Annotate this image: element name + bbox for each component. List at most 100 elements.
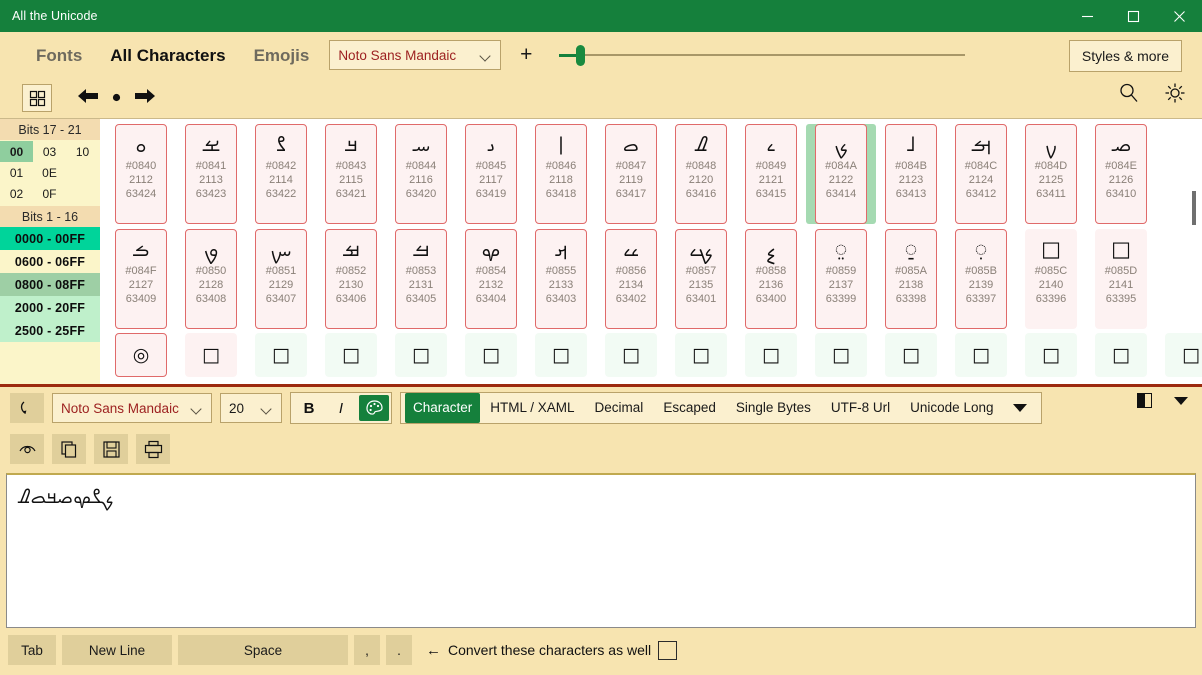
character-cell[interactable]: ࡁ #0841 2113 63423 xyxy=(176,124,246,224)
eye-preview-icon[interactable] xyxy=(10,434,44,464)
gear-icon[interactable] xyxy=(1164,82,1186,109)
character-cell[interactable]: ࡒ #0852 2130 63406 xyxy=(316,229,386,329)
format-option-html-xaml[interactable]: HTML / XAML xyxy=(480,396,584,420)
search-icon[interactable] xyxy=(1118,82,1140,109)
character-cell[interactable]: ࡏ #084F 2127 63409 xyxy=(106,229,176,329)
range-item-0800[interactable]: 0800 - 08FF xyxy=(0,273,100,296)
character-cell[interactable]: ࡖ #0856 2134 63402 xyxy=(596,229,666,329)
insert-comma-button[interactable]: , xyxy=(354,635,380,665)
range-item-2000[interactable]: 2000 - 20FF xyxy=(0,296,100,319)
editor-font-selector[interactable]: Noto Sans Mandaic xyxy=(52,393,212,423)
character-cell[interactable]: ࡂ #0842 2114 63422 xyxy=(246,124,316,224)
character-cell[interactable]: □ xyxy=(176,333,246,379)
range-item-2500[interactable]: 2500 - 25FF xyxy=(0,319,100,342)
insert-space-button[interactable]: Space xyxy=(178,635,348,665)
tab-all-characters[interactable]: All Characters xyxy=(96,47,239,64)
character-cell[interactable]: ࡄ #0844 2116 63420 xyxy=(386,124,456,224)
character-cell[interactable]: ࡋ #084B 2123 63413 xyxy=(876,124,946,224)
grid-scrollbar-thumb[interactable] xyxy=(1192,191,1196,225)
character-cell[interactable]: □ xyxy=(386,333,456,379)
left-arrow-icon[interactable] xyxy=(76,87,101,110)
character-cell[interactable]: ࡔ #0854 2132 63404 xyxy=(456,229,526,329)
character-cell[interactable]: □ xyxy=(596,333,666,379)
character-cell[interactable]: ࡇ #0847 2119 63417 xyxy=(596,124,666,224)
half-square-icon[interactable] xyxy=(1137,393,1152,408)
character-cell[interactable]: □ xyxy=(736,333,806,379)
bit-cell-03[interactable]: 03 xyxy=(33,141,66,162)
character-cell[interactable]: ࡃ #0843 2115 63421 xyxy=(316,124,386,224)
styles-and-more-button[interactable]: Styles & more xyxy=(1068,40,1182,72)
character-cell[interactable]: ࡅ #0845 2117 63419 xyxy=(456,124,526,224)
bit-cell-10[interactable]: 10 xyxy=(66,141,99,162)
bit-cell-02[interactable]: 02 xyxy=(0,183,33,204)
character-cell[interactable]: □ xyxy=(456,333,526,379)
character-cell[interactable]: □ xyxy=(876,333,946,379)
character-cell[interactable]: ࡊ #084A 2122 63414 xyxy=(806,124,876,224)
grid-scrollbar[interactable] xyxy=(1189,119,1199,384)
format-option-single-bytes[interactable]: Single Bytes xyxy=(726,396,821,420)
character-cell[interactable]: □ xyxy=(526,333,596,379)
character-cell[interactable]: ࡙ #0859 2137 63399 xyxy=(806,229,876,329)
grid-view-icon[interactable] xyxy=(22,84,52,112)
character-cell[interactable]: □ xyxy=(946,333,1016,379)
bold-button[interactable]: B xyxy=(293,400,325,417)
format-option-decimal[interactable]: Decimal xyxy=(585,396,654,420)
add-font-button[interactable]: + xyxy=(515,43,537,67)
character-cell[interactable]: ࡆ #0846 2118 63418 xyxy=(526,124,596,224)
close-icon[interactable] xyxy=(1156,0,1202,32)
zoom-slider[interactable] xyxy=(559,42,966,68)
character-cell[interactable]: □ xyxy=(246,333,316,379)
right-arrow-icon[interactable] xyxy=(132,87,157,110)
character-cell[interactable]: □ xyxy=(316,333,386,379)
maximize-icon[interactable] xyxy=(1110,0,1156,32)
character-cell[interactable]: □ xyxy=(1016,333,1086,379)
character-cell[interactable]: ࡓ #0853 2131 63405 xyxy=(386,229,456,329)
format-option-unicode-long[interactable]: Unicode Long xyxy=(900,396,1003,420)
character-cell[interactable]: ࡎ #084E 2126 63410 xyxy=(1086,124,1156,224)
character-cell[interactable]: □ xyxy=(666,333,736,379)
save-icon[interactable] xyxy=(94,434,128,464)
range-item-0000[interactable]: 0000 - 00FF xyxy=(0,227,100,250)
bit-cell-0f[interactable]: 0F xyxy=(33,183,66,204)
font-selector[interactable]: Noto Sans Mandaic xyxy=(329,40,502,70)
bit-cell-00[interactable]: 00 xyxy=(0,141,33,162)
italic-button[interactable]: I xyxy=(325,400,357,417)
insert-newline-button[interactable]: New Line xyxy=(62,635,172,665)
insert-tab-button[interactable]: Tab xyxy=(8,635,56,665)
minimize-icon[interactable] xyxy=(1064,0,1110,32)
tab-emojis[interactable]: Emojis xyxy=(240,47,324,64)
character-cell[interactable]: □ #085C 2140 63396 xyxy=(1016,229,1086,329)
bit-cell-01[interactable]: 01 xyxy=(0,162,33,183)
character-cell[interactable]: ◎ xyxy=(106,333,176,379)
character-cell[interactable]: ࡐ #0850 2128 63408 xyxy=(176,229,246,329)
copy-icon[interactable] xyxy=(52,434,86,464)
range-item-0600[interactable]: 0600 - 06FF xyxy=(0,250,100,273)
editor-size-selector[interactable]: 20 xyxy=(220,393,282,423)
character-cell[interactable]: ࡑ #0851 2129 63407 xyxy=(246,229,316,329)
insert-period-button[interactable]: . xyxy=(386,635,412,665)
convert-characters-checkbox[interactable] xyxy=(658,640,678,660)
panel-caret-down-icon[interactable] xyxy=(1174,396,1188,405)
color-palette-icon[interactable] xyxy=(359,395,389,421)
character-cell[interactable]: ࡌ #084C 2124 63412 xyxy=(946,124,1016,224)
character-cell[interactable]: ࡀ #0840 2112 63424 xyxy=(106,124,176,224)
format-option-character[interactable]: Character xyxy=(405,393,481,423)
character-cell[interactable]: □ xyxy=(806,333,876,379)
print-icon[interactable] xyxy=(136,434,170,464)
text-editor-area[interactable]: ࡊࡂࡔࡎࡃࡇࡈ xyxy=(6,473,1196,628)
character-cell[interactable]: ࡕ #0855 2133 63403 xyxy=(526,229,596,329)
character-cell[interactable]: ࡉ #0849 2121 63415 xyxy=(736,124,806,224)
character-cell[interactable]: □ xyxy=(1086,333,1156,379)
character-cell[interactable]: □ #085D 2141 63395 xyxy=(1086,229,1156,329)
character-cell[interactable]: ࡍ #084D 2125 63411 xyxy=(1016,124,1086,224)
format-option-utf8-url[interactable]: UTF-8 Url xyxy=(821,396,900,420)
dot-icon[interactable] xyxy=(112,89,121,107)
character-cell[interactable]: ࡈ #0848 2120 63416 xyxy=(666,124,736,224)
undo-arrow-icon[interactable] xyxy=(10,393,44,423)
tab-fonts[interactable]: Fonts xyxy=(22,47,96,64)
character-cell[interactable]: ࡘ #0858 2136 63400 xyxy=(736,229,806,329)
character-cell[interactable]: ࡚ #085A 2138 63398 xyxy=(876,229,946,329)
bit-cell-0e[interactable]: 0E xyxy=(33,162,66,183)
format-option-escaped[interactable]: Escaped xyxy=(653,396,726,420)
character-cell[interactable]: ࡗ #0857 2135 63401 xyxy=(666,229,736,329)
